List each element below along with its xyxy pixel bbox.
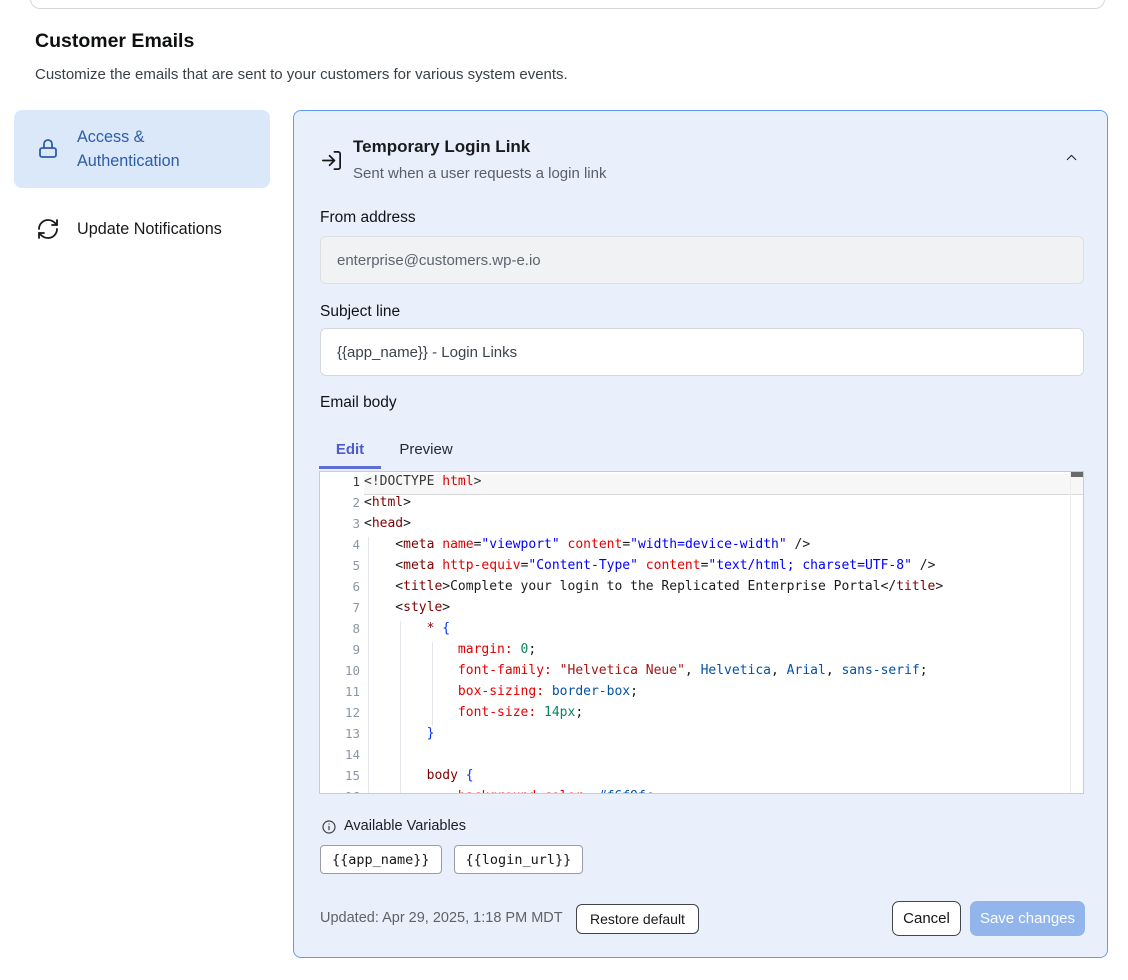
sidebar-item-label: Access & Authentication bbox=[77, 125, 247, 173]
code-editor[interactable]: 12345678910111213141516 <!DOCTYPE html><… bbox=[319, 471, 1084, 794]
card-subtitle: Sent when a user requests a login link bbox=[353, 165, 606, 182]
restore-default-button[interactable]: Restore default bbox=[576, 904, 699, 934]
tab-edit[interactable]: Edit bbox=[319, 431, 381, 467]
from-address-input[interactable] bbox=[320, 236, 1084, 284]
page-subtitle: Customize the emails that are sent to yo… bbox=[35, 66, 568, 83]
editor-code-content: <!DOCTYPE html><html><head> <meta name="… bbox=[364, 474, 1069, 794]
sidebar-item-label: Update Notifications bbox=[77, 217, 222, 241]
card-title: Temporary Login Link bbox=[353, 137, 530, 157]
subject-line-label: Subject line bbox=[320, 303, 400, 321]
editor-scrollbar[interactable] bbox=[1070, 472, 1083, 793]
refresh-icon bbox=[36, 217, 60, 241]
chevron-up-icon bbox=[1063, 149, 1080, 169]
variable-chip-login-url[interactable]: {{login_url}} bbox=[454, 845, 584, 874]
info-icon bbox=[321, 819, 337, 840]
from-address-label: From address bbox=[320, 209, 416, 227]
tab-preview[interactable]: Preview bbox=[384, 431, 468, 467]
variable-chip-app-name[interactable]: {{app_name}} bbox=[320, 845, 442, 874]
lock-icon bbox=[36, 137, 60, 161]
temporary-login-link-card: Temporary Login Link Sent when a user re… bbox=[293, 110, 1108, 958]
previous-card-bottom-edge bbox=[30, 0, 1105, 9]
scrollbar-thumb[interactable] bbox=[1071, 472, 1083, 477]
editor-line-numbers: 12345678910111213141516 bbox=[320, 474, 360, 794]
collapse-button[interactable] bbox=[1057, 147, 1085, 171]
customer-emails-page: Customer Emails Customize the emails tha… bbox=[0, 0, 1128, 980]
log-in-icon bbox=[320, 149, 343, 177]
email-body-label: Email body bbox=[320, 394, 397, 412]
sidebar-item-access-authentication[interactable]: Access & Authentication bbox=[14, 110, 270, 188]
save-changes-button[interactable]: Save changes bbox=[970, 901, 1085, 936]
available-variables-label: Available Variables bbox=[344, 818, 466, 834]
subject-line-input[interactable] bbox=[320, 328, 1084, 376]
sidebar-item-update-notifications[interactable]: Update Notifications bbox=[14, 205, 270, 253]
updated-timestamp: Updated: Apr 29, 2025, 1:18 PM MDT bbox=[320, 910, 563, 926]
active-tab-underline bbox=[319, 466, 381, 469]
variable-chips: {{app_name}} {{login_url}} bbox=[320, 845, 583, 874]
page-title: Customer Emails bbox=[35, 30, 194, 53]
cancel-button[interactable]: Cancel bbox=[892, 901, 961, 936]
